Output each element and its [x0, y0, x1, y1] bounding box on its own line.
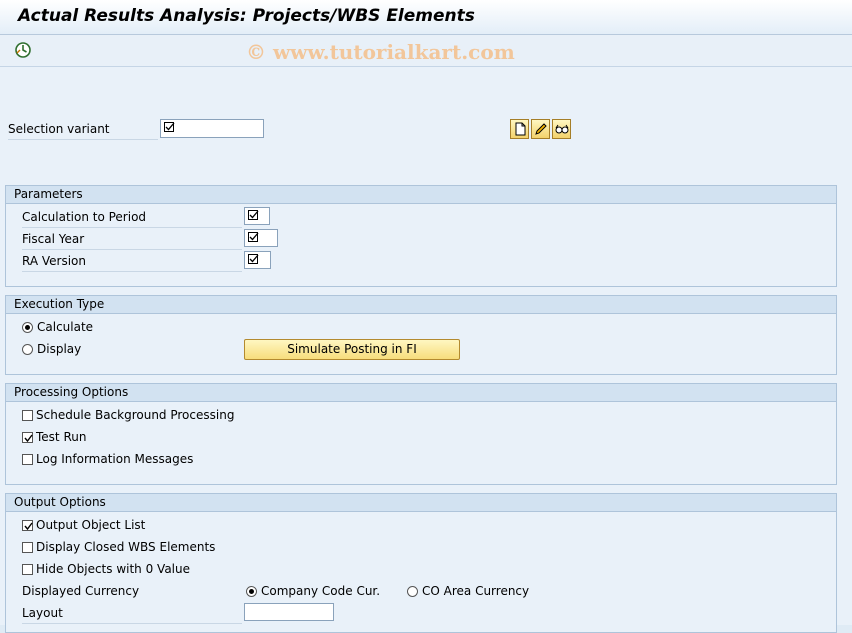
display-radio[interactable]: [22, 344, 33, 355]
output-options-group-title: Output Options: [6, 494, 836, 512]
execution-type-group: Execution Type: [5, 295, 837, 375]
log-info-messages-label: Log Information Messages: [36, 452, 194, 466]
edit-variant-button[interactable]: [531, 119, 550, 139]
ra-version-label: RA Version: [22, 251, 242, 272]
ra-version-input[interactable]: [244, 251, 271, 269]
processing-options-group: Processing Options: [5, 383, 837, 485]
window-title: Actual Results Analysis: Projects/WBS El…: [18, 6, 475, 26]
create-document-icon: [515, 122, 526, 136]
calculate-label: Calculate: [37, 320, 94, 334]
display-variant-button[interactable]: [552, 119, 571, 139]
company-code-currency-label: Company Code Cur.: [261, 584, 381, 598]
required-check-icon: [248, 254, 259, 264]
watermark: © www.tutorialkart.com: [246, 40, 515, 64]
create-variant-button[interactable]: [510, 119, 529, 139]
edit-pencil-icon: [535, 123, 547, 135]
title-bar: Actual Results Analysis: Projects/WBS El…: [0, 0, 852, 35]
test-run-label: Test Run: [36, 430, 87, 444]
display-closed-wbs-checkbox[interactable]: [22, 542, 33, 553]
hide-zero-value-label: Hide Objects with 0 Value: [36, 562, 190, 576]
test-run-checkbox[interactable]: [22, 432, 33, 443]
schedule-background-checkbox[interactable]: [22, 410, 33, 421]
output-object-list-checkbox[interactable]: [22, 520, 33, 531]
display-glasses-icon: [555, 124, 569, 134]
displayed-currency-label: Displayed Currency: [22, 584, 140, 598]
output-object-list-label: Output Object List: [36, 518, 146, 532]
log-info-messages-checkbox[interactable]: [22, 454, 33, 465]
fiscal-year-input[interactable]: [244, 229, 278, 247]
checkmark-icon: [24, 434, 33, 443]
hide-zero-value-checkbox[interactable]: [22, 564, 33, 575]
checkmark-icon: [24, 522, 33, 531]
execute-clock-icon[interactable]: [14, 41, 32, 59]
layout-input[interactable]: [244, 603, 334, 621]
display-closed-wbs-label: Display Closed WBS Elements: [36, 540, 216, 554]
execution-type-group-title: Execution Type: [6, 296, 836, 314]
display-label: Display: [37, 342, 82, 356]
company-code-currency-radio[interactable]: [246, 586, 257, 597]
fiscal-year-label: Fiscal Year: [22, 229, 242, 250]
calculate-radio[interactable]: [22, 322, 33, 333]
schedule-background-label: Schedule Background Processing: [36, 408, 235, 422]
layout-label: Layout: [22, 603, 242, 624]
co-area-currency-label: CO Area Currency: [422, 584, 530, 598]
selection-variant-input[interactable]: [160, 119, 264, 138]
parameters-group-title: Parameters: [6, 186, 836, 204]
simulate-posting-button[interactable]: Simulate Posting in FI: [244, 339, 460, 360]
required-check-icon: [248, 210, 259, 220]
co-area-currency-radio[interactable]: [407, 586, 418, 597]
required-check-icon: [164, 122, 175, 132]
selection-variant-label: Selection variant: [8, 119, 158, 140]
processing-options-group-title: Processing Options: [6, 384, 836, 402]
calculation-to-period-input[interactable]: [244, 207, 270, 225]
required-check-icon: [248, 232, 259, 242]
calculation-to-period-label: Calculation to Period: [22, 207, 242, 228]
